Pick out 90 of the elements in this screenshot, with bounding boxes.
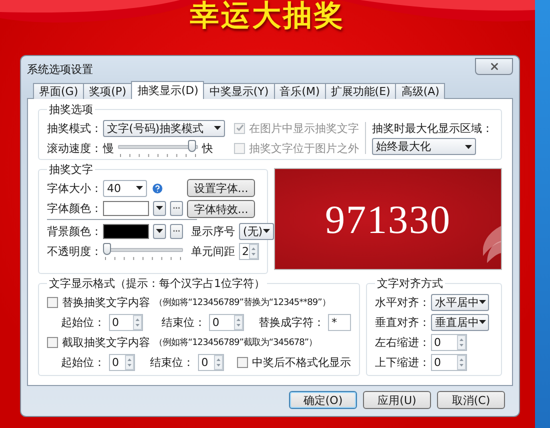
spin-field[interactable]: 0 [109, 314, 144, 330]
tab[interactable]: 中奖显示(Y) [203, 83, 275, 99]
spin-field[interactable]: 0 [209, 314, 244, 330]
field-label: 不透明度： [47, 244, 99, 258]
field-label: 起始位： [61, 354, 105, 370]
dropdown[interactable]: 40 [103, 180, 147, 196]
spin-field[interactable]: 2 [239, 242, 259, 260]
slider[interactable] [103, 242, 183, 260]
caret-icon [156, 229, 163, 233]
field-label: 抽奖时最大化显示区域： [372, 120, 493, 136]
field-label: 结束位： [150, 354, 194, 370]
font-effect-button[interactable]: 字体特效... [187, 200, 255, 218]
field-label: 滚动速度： [47, 140, 99, 156]
group-title: 文字显示格式（提示：每个汉字占1位字符） [48, 276, 266, 291]
spinner-icon[interactable] [214, 354, 224, 370]
group-title: 抽奖选项 [48, 102, 94, 117]
field-label: 左右缩进： [375, 334, 427, 350]
group-title: 抽奖文字 [48, 162, 94, 177]
caret-icon [479, 320, 486, 324]
window-title: 系统选项设置 [27, 62, 93, 76]
dropdown[interactable]: 文字(号码)抽奖模式 [103, 120, 225, 136]
spinner-icon[interactable] [457, 334, 466, 350]
spinner-icon[interactable] [234, 314, 243, 330]
slider-max-label: 快 [202, 140, 213, 156]
checkbox-label: 抽奖文字位于图片之外 [249, 140, 360, 156]
checkbox[interactable] [47, 336, 58, 348]
slider-min-label: 慢 [103, 140, 114, 156]
checkbox-label: 在图片中显示抽奖文字 [249, 120, 360, 136]
app-title: 幸运大抽奖 [190, 0, 345, 30]
flower-drawing [483, 223, 501, 265]
checkbox[interactable] [236, 356, 248, 368]
close-icon [488, 60, 500, 72]
dropdown-button[interactable] [153, 200, 166, 216]
preview-number: 971330 [325, 196, 451, 242]
dropdown[interactable]: (无) [239, 222, 274, 240]
field-label: 结束位： [161, 314, 206, 330]
dialog-button[interactable]: 应用(U) [363, 391, 431, 409]
dialog-button[interactable]: 取消(C) [437, 391, 505, 409]
field-label: 背景颜色： [47, 224, 99, 238]
checkbox[interactable] [47, 296, 58, 308]
set-font-button[interactable]: 设置字体... [187, 179, 255, 197]
color-swatch[interactable] [103, 224, 149, 238]
spin-field[interactable]: 0 [109, 354, 135, 370]
field-label: 上下缩进： [375, 354, 427, 370]
dropdown[interactable]: 垂直居中 [431, 314, 489, 330]
spinner-icon[interactable] [249, 244, 258, 258]
close-button[interactable] [475, 58, 513, 74]
field-label: 字体大小： [47, 180, 99, 196]
input-field[interactable]: * [328, 314, 351, 330]
field-label: 单元间距 [191, 244, 235, 258]
caret-icon [465, 144, 472, 148]
checkbox-label: 中奖后不格式化显示 [252, 354, 351, 370]
spinner-icon[interactable] [457, 354, 466, 370]
checkbox-label: 替换抽奖文字内容 [62, 294, 150, 310]
caret-icon [136, 186, 143, 190]
tab[interactable]: 奖项(P) [83, 83, 132, 99]
tab[interactable]: 抽奖显示(D) [131, 81, 204, 99]
tab[interactable]: 扩展功能(E) [324, 83, 396, 99]
caret-icon [214, 126, 221, 130]
caret-icon [479, 300, 486, 304]
field-label: 垂直对齐： [375, 314, 427, 330]
dropdown-button[interactable] [153, 224, 166, 238]
field-label: 显示序号 [191, 224, 235, 238]
tab[interactable]: 音乐(M) [274, 83, 326, 99]
tab[interactable]: 界面(G) [33, 83, 84, 99]
slider-thumb[interactable] [103, 243, 111, 255]
spin-field[interactable]: 0 [431, 334, 467, 350]
slider[interactable] [118, 139, 198, 157]
field-label: 起始位： [61, 314, 105, 330]
spin-field[interactable]: 0 [198, 354, 224, 370]
checkbox-label: 截取抽奖文字内容 [62, 334, 150, 350]
field-label: 字体颜色： [47, 200, 99, 216]
example-text: （例如将“123456789”截取为“345678”） [154, 336, 318, 348]
dropdown[interactable]: 始终最大化 [372, 138, 476, 155]
color-swatch[interactable] [103, 200, 149, 216]
slider-thumb[interactable] [188, 140, 196, 152]
spin-field[interactable]: 0 [431, 354, 467, 370]
group-title: 文字对齐方式 [376, 276, 444, 291]
field-label: 水平对齐： [375, 294, 427, 310]
field-label: 替换成字符： [258, 314, 324, 330]
tab[interactable]: 高级(A) [395, 83, 446, 99]
spinner-icon[interactable] [124, 354, 134, 370]
caret-icon [262, 229, 270, 233]
spinner-icon[interactable] [133, 314, 142, 330]
help-icon[interactable] [151, 182, 164, 194]
caret-icon [156, 206, 163, 210]
field-label: 抽奖模式： [47, 120, 99, 136]
dropdown[interactable]: 水平居中 [431, 294, 489, 310]
dialog-button[interactable]: 确定(O) [289, 391, 357, 409]
example-text: （例如将“123456789”替换为“12345**89”） [154, 296, 330, 308]
